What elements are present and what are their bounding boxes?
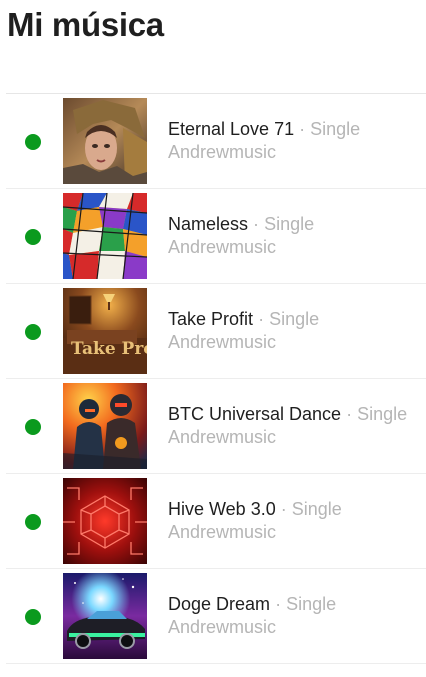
track-title[interactable]: BTC Universal Dance <box>168 404 341 424</box>
published-status-icon <box>25 609 41 625</box>
published-status-icon <box>25 514 41 530</box>
robot-dancers-cover-icon[interactable] <box>63 383 147 469</box>
track-title[interactable]: Take Profit <box>168 309 253 329</box>
meta-separator: · <box>299 119 306 139</box>
take-profit-cover-icon[interactable]: Take Profit <box>63 288 147 374</box>
track-artist[interactable]: Andrewmusic <box>168 331 422 354</box>
track-artist[interactable]: Andrewmusic <box>168 616 422 639</box>
published-status-icon <box>25 324 41 340</box>
track-meta: Hive Web 3.0 · Single Andrewmusic <box>168 498 422 544</box>
track-list: Eternal Love 71 · Single Andrewmusic Nam… <box>6 93 426 664</box>
track-row[interactable]: Doge Dream · Single Andrewmusic <box>6 569 426 664</box>
track-type: Single <box>291 499 342 519</box>
warrior-portrait-cover-icon[interactable] <box>63 98 147 184</box>
meta-separator: · <box>280 499 287 519</box>
track-type: Single <box>286 594 337 614</box>
track-meta: Doge Dream · Single Andrewmusic <box>168 593 422 639</box>
track-row[interactable]: Eternal Love 71 · Single Andrewmusic <box>6 94 426 189</box>
track-artist[interactable]: Andrewmusic <box>168 426 422 449</box>
published-status-icon <box>25 419 41 435</box>
cover-text: Take Profit <box>71 339 147 359</box>
track-meta: Take Profit · Single Andrewmusic <box>168 308 422 354</box>
track-type: Single <box>357 404 408 424</box>
track-title[interactable]: Hive Web 3.0 <box>168 499 276 519</box>
track-type: Single <box>269 309 320 329</box>
meta-separator: · <box>253 214 260 234</box>
red-circuit-cover-icon[interactable] <box>63 478 147 564</box>
meta-separator: · <box>346 404 353 424</box>
track-artist[interactable]: Andrewmusic <box>168 141 422 164</box>
track-artist[interactable]: Andrewmusic <box>168 236 422 259</box>
track-meta: Eternal Love 71 · Single Andrewmusic <box>168 118 422 164</box>
track-type: Single <box>310 119 361 139</box>
track-row[interactable]: BTC Universal Dance · Single Andrewmusic <box>6 379 426 474</box>
meta-separator: · <box>275 594 282 614</box>
mosaic-cover-icon[interactable] <box>63 193 147 279</box>
track-type: Single <box>264 214 315 234</box>
track-title[interactable]: Nameless <box>168 214 248 234</box>
track-meta: Nameless · Single Andrewmusic <box>168 213 422 259</box>
track-title[interactable]: Doge Dream <box>168 594 270 614</box>
track-row[interactable]: Hive Web 3.0 · Single Andrewmusic <box>6 474 426 569</box>
track-title[interactable]: Eternal Love 71 <box>168 119 294 139</box>
track-artist[interactable]: Andrewmusic <box>168 521 422 544</box>
meta-separator: · <box>258 309 265 329</box>
track-row[interactable]: Nameless · Single Andrewmusic <box>6 189 426 284</box>
track-meta: BTC Universal Dance · Single Andrewmusic <box>168 403 422 449</box>
page-title: Mi música <box>7 6 164 43</box>
published-status-icon <box>25 134 41 150</box>
published-status-icon <box>25 229 41 245</box>
space-car-cover-icon[interactable] <box>63 573 147 659</box>
track-row[interactable]: Take Profit Take Profit · Single Andrewm… <box>6 284 426 379</box>
